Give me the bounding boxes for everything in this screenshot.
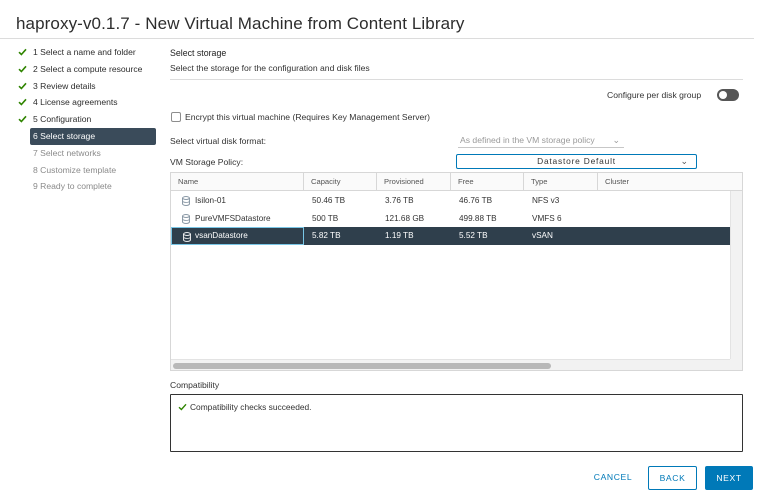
grid-header: Name Capacity Provisioned Free Type Clus… bbox=[171, 173, 742, 191]
check-icon bbox=[18, 44, 30, 61]
datastore-grid: Name Capacity Provisioned Free Type Clus… bbox=[170, 172, 743, 371]
title-divider bbox=[0, 38, 754, 39]
table-row-selected[interactable]: vsanDatastore 5.82 TB 1.19 TB 5.52 TB vS… bbox=[171, 227, 731, 245]
scrollbar-corner bbox=[730, 359, 742, 370]
check-icon bbox=[18, 78, 30, 95]
next-button[interactable]: NEXT bbox=[705, 466, 753, 490]
free-cell: 46.76 TB bbox=[459, 196, 493, 205]
back-button[interactable]: BACK bbox=[648, 466, 697, 490]
step-label: 4 License agreements bbox=[33, 97, 118, 108]
configure-per-disk-toggle[interactable] bbox=[717, 89, 739, 101]
datastore-name: vsanDatastore bbox=[195, 231, 248, 240]
step-label: 5 Configuration bbox=[33, 114, 92, 125]
configure-per-disk-label: Configure per disk group bbox=[607, 90, 702, 100]
compatibility-message: Compatibility checks succeeded. bbox=[190, 402, 312, 412]
type-cell: NFS v3 bbox=[532, 196, 560, 205]
storage-policy-label: VM Storage Policy: bbox=[170, 157, 244, 167]
datastore-name: PureVMFSDatastore bbox=[195, 213, 271, 223]
provisioned-cell: 121.68 GB bbox=[385, 213, 425, 223]
column-header-cluster[interactable]: Cluster bbox=[598, 173, 731, 191]
datastore-name: Isilon-01 bbox=[195, 196, 226, 205]
check-icon bbox=[178, 403, 187, 411]
encrypt-label[interactable]: Encrypt this virtual machine (Requires K… bbox=[185, 112, 430, 122]
free-cell: 499.88 TB bbox=[459, 213, 497, 223]
provisioned-cell: 3.76 TB bbox=[385, 196, 414, 205]
chevron-down-icon: ⌄ bbox=[680, 156, 688, 166]
column-header-name[interactable]: Name bbox=[171, 173, 304, 191]
name-cell bbox=[171, 192, 304, 210]
scrollbar-thumb[interactable] bbox=[173, 363, 551, 369]
check-icon bbox=[18, 61, 30, 78]
column-header-free[interactable]: Free bbox=[451, 173, 524, 191]
column-header-type[interactable]: Type bbox=[524, 173, 598, 191]
step-select-storage[interactable]: 6 Select storage bbox=[30, 128, 156, 145]
section-subtitle: Select the storage for the configuration… bbox=[170, 63, 370, 73]
cancel-button[interactable]: CANCEL bbox=[585, 466, 641, 490]
free-cell: 5.52 TB bbox=[459, 231, 488, 240]
step-label: 2 Select a compute resource bbox=[33, 63, 143, 74]
compatibility-label: Compatibility bbox=[170, 380, 220, 390]
step-label: 9 Ready to complete bbox=[33, 181, 112, 192]
compatibility-panel: Compatibility checks succeeded. bbox=[170, 394, 743, 452]
capacity-cell: 500 TB bbox=[312, 213, 339, 223]
section-divider bbox=[170, 79, 743, 80]
datastore-icon bbox=[182, 196, 190, 206]
window-title: haproxy-v0.1.7 - New Virtual Machine fro… bbox=[16, 14, 465, 33]
capacity-cell: 5.82 TB bbox=[312, 231, 341, 240]
step-label: 7 Select networks bbox=[33, 147, 101, 158]
provisioned-cell: 1.19 TB bbox=[385, 231, 414, 240]
table-row[interactable]: PureVMFSDatastore 500 TB 121.68 GB 499.8… bbox=[171, 210, 731, 228]
type-cell: VMFS 6 bbox=[532, 213, 562, 223]
step-label: 3 Review details bbox=[33, 80, 96, 91]
column-header-provisioned[interactable]: Provisioned bbox=[377, 173, 451, 191]
storage-policy-select[interactable]: Datastore Default ⌄ bbox=[456, 154, 697, 169]
chevron-down-icon: ⌄ bbox=[612, 135, 620, 145]
type-cell: vSAN bbox=[532, 231, 553, 240]
capacity-cell: 50.46 TB bbox=[312, 196, 346, 205]
horizontal-scrollbar[interactable] bbox=[171, 359, 731, 370]
step-label: 6 Select storage bbox=[33, 131, 96, 141]
toggle-knob bbox=[719, 91, 727, 99]
datastore-icon bbox=[182, 213, 190, 224]
disk-format-value: As defined in the VM storage policy bbox=[460, 135, 595, 145]
step-label: 8 Customize template bbox=[33, 164, 117, 175]
storage-policy-value: Datastore Default bbox=[537, 156, 616, 166]
section-title: Select storage bbox=[170, 48, 227, 58]
table-row[interactable]: Isilon-01 50.46 TB 3.76 TB 46.76 TB NFS … bbox=[171, 192, 731, 210]
column-header-capacity[interactable]: Capacity bbox=[304, 173, 377, 191]
disk-format-label: Select virtual disk format: bbox=[170, 136, 266, 146]
check-icon bbox=[18, 94, 30, 111]
vertical-scrollbar[interactable] bbox=[730, 191, 742, 359]
encrypt-checkbox[interactable] bbox=[171, 112, 181, 122]
datastore-icon bbox=[183, 232, 191, 242]
disk-format-select[interactable]: As defined in the VM storage policy ⌄ bbox=[458, 133, 624, 148]
check-icon bbox=[18, 111, 30, 128]
step-label: 1 Select a name and folder bbox=[33, 47, 136, 57]
